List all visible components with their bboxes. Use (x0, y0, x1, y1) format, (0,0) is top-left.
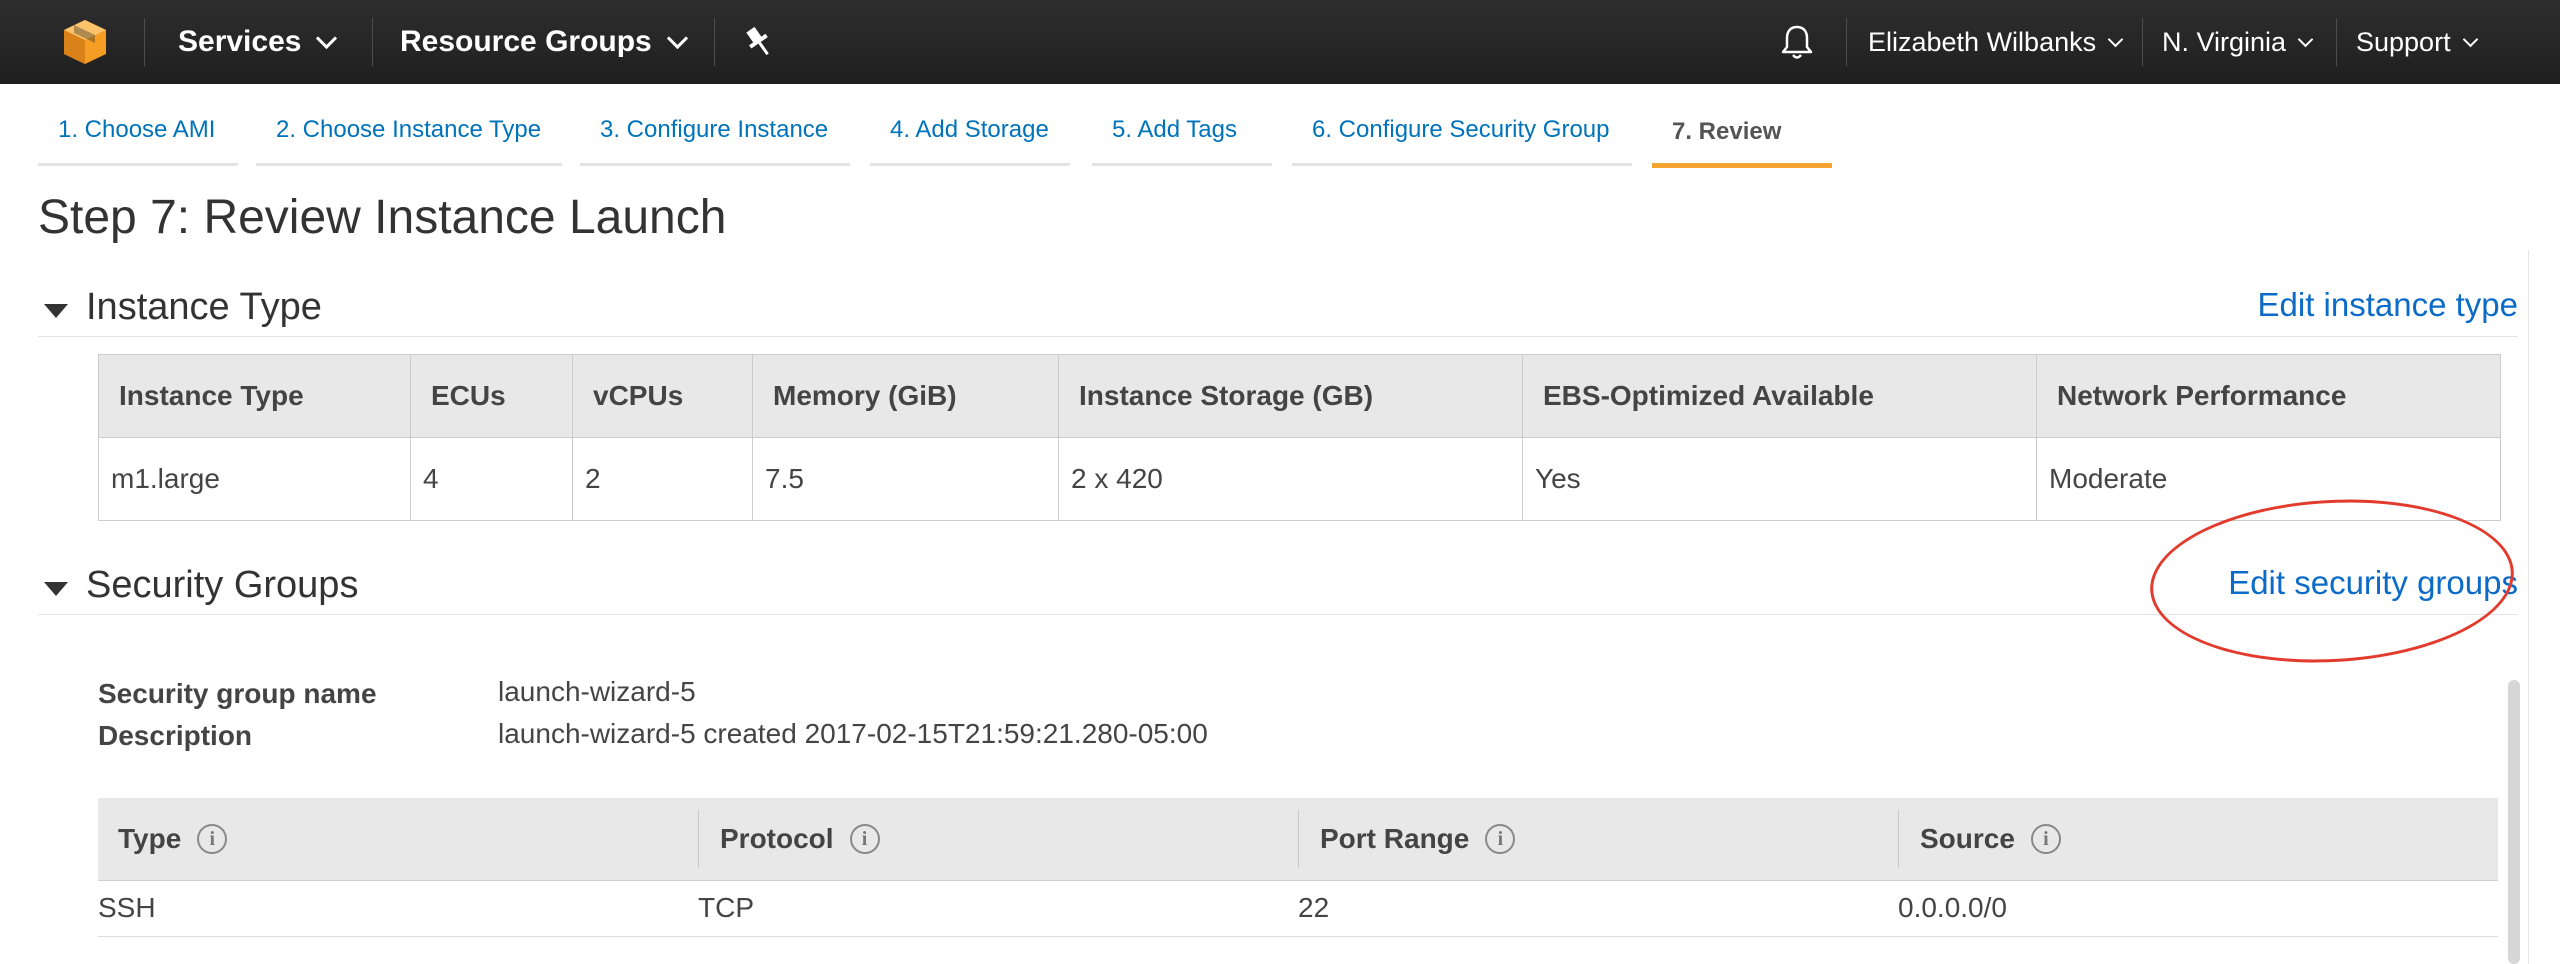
services-label: Services (178, 25, 302, 58)
column-header-port-range: Port Range i (1320, 798, 1516, 880)
instance-type-table: Instance Type ECUs vCPUs Memory (GiB) In… (98, 354, 2501, 521)
instance-type-section-header: Instance Type Edit instance type (38, 286, 2518, 337)
column-header: EBS-Optimized Available (1522, 354, 2037, 438)
column-header: Network Performance (2036, 354, 2501, 438)
table-row: m1.large 4 2 7.5 2 x 420 Yes Moderate (98, 437, 2501, 521)
pin-button[interactable] (744, 0, 774, 84)
rule-port-range: 22 (1298, 892, 1330, 923)
column-header-source: Source i (1920, 798, 2061, 880)
vertical-scrollbar[interactable] (2508, 680, 2520, 964)
aws-logo[interactable] (60, 0, 110, 84)
table-cell: 4 (410, 437, 573, 521)
resource-groups-menu[interactable]: Resource Groups (400, 0, 688, 84)
security-groups-section-header: Security Groups Edit security groups (38, 564, 2518, 615)
notifications-button[interactable] (1780, 0, 1814, 84)
chevron-down-icon (2297, 31, 2314, 47)
rule-type: SSH (98, 892, 156, 923)
column-divider (1898, 810, 1899, 868)
top-navigation-bar: Services Resource Groups Elizabeth Wilba… (0, 0, 2560, 84)
support-label: Support (2356, 26, 2451, 57)
tab-configure-security-group[interactable]: 6. Configure Security Group (1292, 116, 1632, 166)
aws-cube-logo-icon (64, 20, 106, 64)
column-header-label: Protocol (720, 823, 834, 854)
resource-groups-label: Resource Groups (400, 25, 652, 58)
edit-instance-type-link[interactable]: Edit instance type (2258, 286, 2519, 324)
tab-choose-ami[interactable]: 1. Choose AMI (38, 116, 238, 166)
table-header-row: Instance Type ECUs vCPUs Memory (GiB) In… (98, 354, 2501, 438)
chevron-down-icon (2462, 31, 2478, 47)
info-icon[interactable]: i (1485, 824, 1516, 854)
instance-type-section-title: Instance Type (86, 286, 322, 328)
table-row: SSH TCP 22 0.0.0.0/0 (98, 880, 2498, 937)
table-cell: Yes (1522, 437, 2037, 521)
table-cell: m1.large (98, 437, 411, 521)
column-divider (1298, 810, 1299, 868)
collapse-triangle-icon[interactable] (44, 304, 68, 318)
column-header: Memory (GiB) (752, 354, 1059, 438)
collapse-triangle-icon[interactable] (44, 582, 68, 596)
column-header-label: Source (1920, 823, 2015, 854)
security-rules-header-row: Type i Protocol i Port Range i Source i (98, 798, 2498, 881)
bell-icon (1781, 25, 1813, 59)
user-name: Elizabeth Wilbanks (1868, 26, 2097, 57)
content-divider (2528, 250, 2529, 964)
rule-source: 0.0.0.0/0 (1898, 892, 2007, 923)
info-icon[interactable]: i (849, 824, 880, 854)
table-cell: 7.5 (752, 437, 1059, 521)
nav-divider (2336, 18, 2337, 66)
description-value: launch-wizard-5 created 2017-02-15T21:59… (498, 718, 1208, 749)
column-header: Instance Storage (GB) (1058, 354, 1523, 438)
column-header-protocol: Protocol i (720, 798, 880, 880)
info-icon[interactable]: i (197, 824, 228, 854)
security-group-name-label: Security group name (98, 678, 377, 709)
services-menu[interactable]: Services (178, 0, 338, 84)
tab-add-tags[interactable]: 5. Add Tags (1092, 116, 1272, 166)
table-cell: 2 (572, 437, 753, 521)
region-menu[interactable]: N. Virginia (2162, 0, 2314, 84)
rule-protocol: TCP (698, 892, 754, 923)
nav-divider (144, 18, 145, 66)
nav-divider (2142, 18, 2143, 66)
table-cell: 2 x 420 (1058, 437, 1523, 521)
chevron-down-icon (2107, 31, 2124, 47)
security-group-name-value: launch-wizard-5 (498, 676, 696, 707)
nav-divider (714, 18, 715, 66)
column-header: vCPUs (572, 354, 753, 438)
nav-divider (1846, 18, 1847, 66)
column-header: ECUs (410, 354, 573, 438)
info-icon[interactable]: i (2030, 824, 2061, 854)
support-menu[interactable]: Support (2356, 0, 2478, 84)
tab-review[interactable]: 7. Review (1652, 118, 1832, 168)
region-name: N. Virginia (2162, 26, 2287, 57)
tab-add-storage[interactable]: 4. Add Storage (870, 116, 1070, 166)
column-header-label: Port Range (1320, 823, 1470, 854)
nav-divider (372, 18, 373, 66)
tab-choose-instance-type[interactable]: 2. Choose Instance Type (256, 116, 562, 166)
page-title: Step 7: Review Instance Launch (38, 191, 727, 244)
chevron-down-icon (666, 27, 688, 49)
pushpin-icon (746, 26, 769, 56)
security-groups-section-title: Security Groups (86, 564, 359, 606)
column-header-label: Type (118, 823, 182, 854)
user-menu[interactable]: Elizabeth Wilbanks (1868, 0, 2124, 84)
tab-configure-instance[interactable]: 3. Configure Instance (580, 116, 850, 166)
column-divider (698, 810, 699, 868)
description-label: Description (98, 720, 253, 751)
chevron-down-icon (316, 27, 338, 49)
column-header-type: Type i (118, 798, 228, 880)
column-header: Instance Type (98, 354, 411, 438)
